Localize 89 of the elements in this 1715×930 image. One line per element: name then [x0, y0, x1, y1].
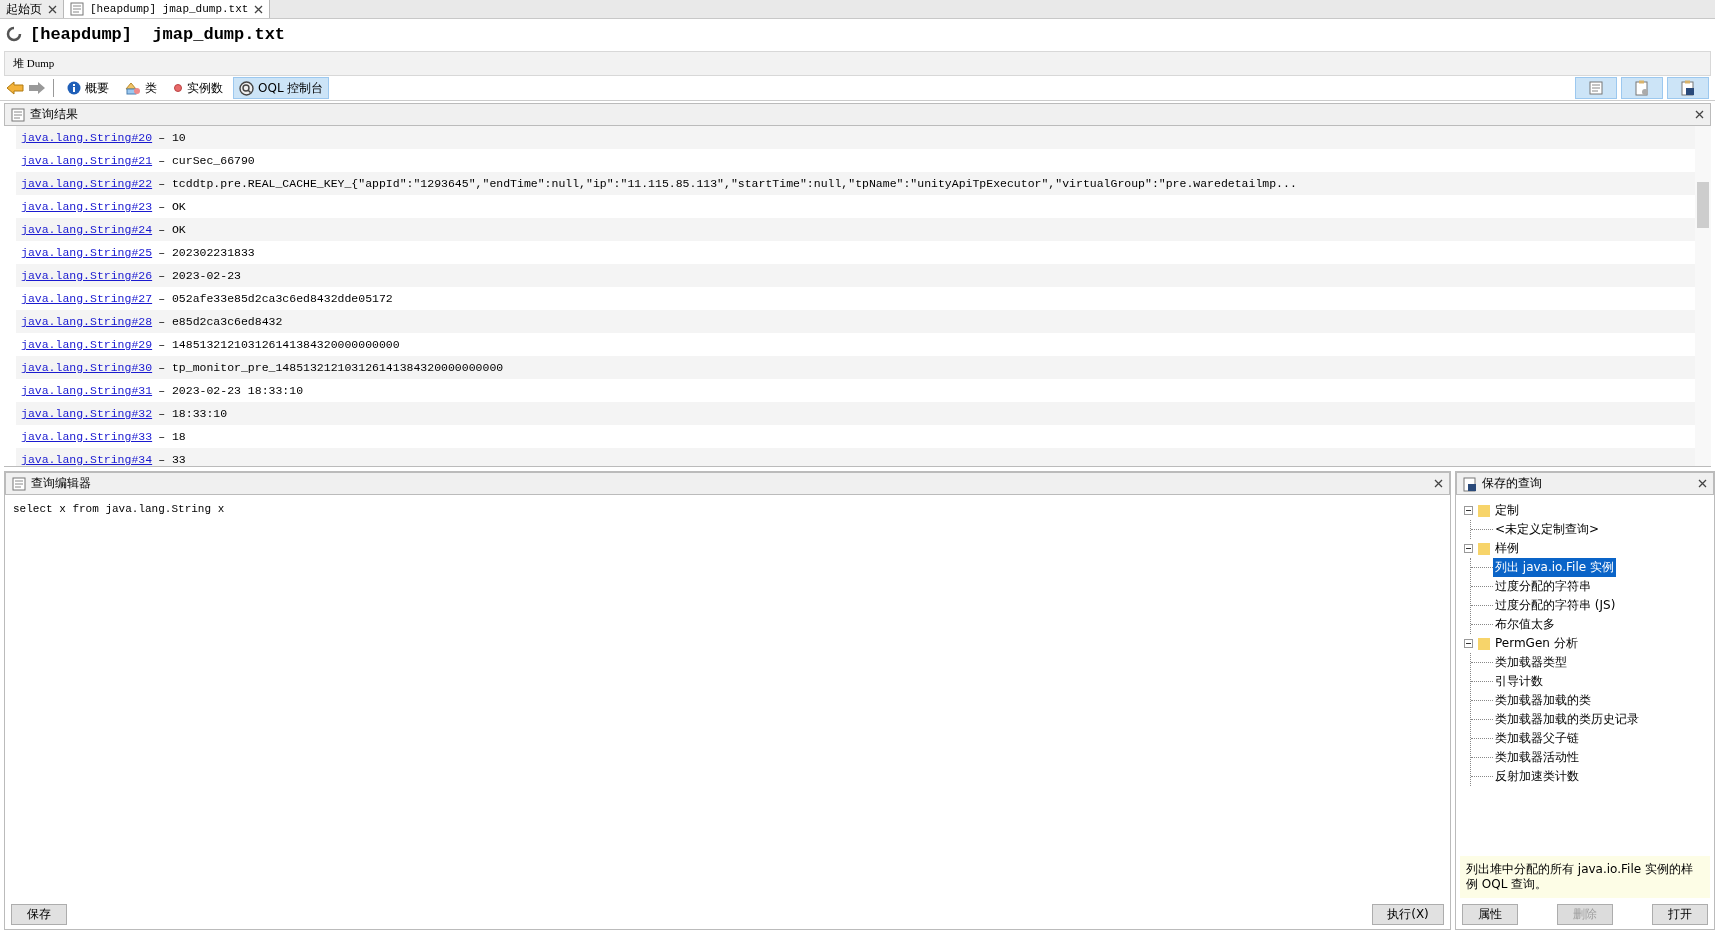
string-value: – 18:33:10	[158, 407, 228, 420]
execute-button[interactable]: 执行(X)	[1372, 904, 1444, 925]
panel-title: 查询编辑器	[31, 475, 91, 492]
toolbar-button[interactable]: 类	[119, 77, 163, 99]
query-description: 列出堆中分配的所有 java.io.File 实例的样例 OQL 查询。	[1460, 856, 1710, 898]
object-link[interactable]: java.lang.String#31	[21, 384, 153, 397]
string-value: – e85d2ca3c6ed8432	[158, 315, 283, 328]
query-item[interactable]: 布尔值太多	[1493, 615, 1557, 634]
query-item[interactable]: 类加载器加载的类历史记录	[1493, 710, 1641, 729]
string-value: – curSec_66790	[158, 154, 255, 167]
scrollbar[interactable]	[1695, 126, 1711, 466]
loading-icon	[6, 26, 22, 42]
query-item[interactable]: 类加载器父子链	[1493, 729, 1581, 748]
panel-button[interactable]: 属性	[1462, 904, 1518, 925]
query-item[interactable]: <未定义定制查询>	[1493, 520, 1602, 539]
object-link[interactable]: java.lang.String#26	[21, 269, 153, 282]
string-value: – 052afe33e85d2ca3c6ed8432dde05172	[158, 292, 393, 305]
object-link[interactable]: java.lang.String#32	[21, 407, 153, 420]
string-value: – 2023-02-23	[158, 269, 241, 282]
object-link[interactable]: java.lang.String#25	[21, 246, 153, 259]
query-item[interactable]: 类加载器加载的类	[1493, 691, 1593, 710]
query-item[interactable]: 引导计数	[1493, 672, 1545, 691]
query-item[interactable]: 列出 java.io.File 实例	[1493, 558, 1616, 577]
close-icon[interactable]	[1695, 110, 1704, 119]
clipboard-wrench-button[interactable]	[1621, 77, 1663, 99]
panel-title: 保存的查询	[1482, 475, 1542, 492]
document-icon	[1589, 81, 1603, 95]
object-link[interactable]: java.lang.String#22	[21, 177, 153, 190]
query-item[interactable]: 反射加速类计数	[1493, 767, 1581, 786]
query-editor[interactable]: select x from java.lang.String x	[5, 495, 1450, 904]
close-icon[interactable]	[1434, 479, 1443, 488]
editor-icon	[12, 476, 26, 491]
folder-label[interactable]: 定制	[1495, 502, 1519, 519]
object-link[interactable]: java.lang.String#24	[21, 223, 153, 236]
close-icon[interactable]	[254, 4, 264, 14]
query-item[interactable]: 类加载器活动性	[1493, 748, 1581, 767]
string-value: – 2023-02-23 18:33:10	[158, 384, 304, 397]
panel-button[interactable]: 打开	[1652, 904, 1708, 925]
object-link[interactable]: java.lang.String#29	[21, 338, 153, 351]
collapse-toggle-icon[interactable]	[1464, 639, 1473, 648]
info-icon	[67, 81, 81, 95]
query-item[interactable]: 类加载器类型	[1493, 653, 1569, 672]
forward-arrow-icon[interactable]	[28, 80, 46, 96]
close-icon[interactable]	[48, 4, 57, 14]
query-item[interactable]: 过度分配的字符串 (JS)	[1493, 596, 1618, 615]
dot-icon	[173, 83, 183, 93]
floppy-clipboard-icon	[1463, 475, 1477, 492]
string-value: – 33	[158, 453, 186, 466]
toolbar-button[interactable]: 概要	[61, 77, 115, 99]
query-item[interactable]: 过度分配的字符串	[1493, 577, 1593, 596]
string-value: – 18	[158, 430, 186, 443]
object-link[interactable]: java.lang.String#28	[21, 315, 153, 328]
document-icon	[70, 2, 84, 16]
clipboard-save-button[interactable]	[1667, 77, 1709, 99]
floppy-clipboard-icon	[1681, 80, 1695, 96]
string-value: – tcddtp.pre.REAL_CACHE_KEY_{"appId":"1293645","endTime":null,"ip":"11.115.85.113","startTime":null,"tpName":"unityApiTpExecutor","virtualGroup":"pre.waredetailmp...	[158, 177, 1297, 190]
folder-icon	[1477, 503, 1491, 518]
object-link[interactable]: java.lang.String#20	[21, 131, 153, 144]
breadcrumb: 堆 Dump	[4, 51, 1711, 76]
string-value: – 148513212103126141384320000000000	[158, 338, 400, 351]
toolbar-button[interactable]: 实例数	[167, 77, 229, 99]
string-value: – 10	[158, 131, 186, 144]
shapes-icon	[125, 81, 141, 95]
list-icon	[11, 107, 25, 122]
folder-icon	[1477, 541, 1491, 556]
collapse-toggle-icon[interactable]	[1464, 544, 1473, 553]
clipboard-icon	[1635, 80, 1649, 96]
folder-icon	[1477, 636, 1491, 651]
document-tab[interactable]: [heapdump] jmap_dump.txt	[64, 0, 271, 18]
collapse-toggle-icon[interactable]	[1464, 506, 1473, 515]
object-link[interactable]: java.lang.String#34	[21, 453, 153, 466]
document-title: [heapdump] jmap_dump.txt	[30, 24, 286, 44]
object-link[interactable]: java.lang.String#30	[21, 361, 153, 374]
object-link[interactable]: java.lang.String#21	[21, 154, 153, 167]
string-value: – 202302231833	[158, 246, 255, 259]
toolbar-button[interactable]: OQL 控制台	[233, 77, 330, 99]
object-link[interactable]: java.lang.String#23	[21, 200, 153, 213]
string-value: – tp_monitor_pre_148513212103126141384320000000000	[158, 361, 504, 374]
panel-title: 查询结果	[30, 106, 78, 123]
folder-label[interactable]: 样例	[1495, 540, 1519, 557]
string-value: – OK	[158, 200, 186, 213]
folder-label[interactable]: PermGen 分析	[1495, 635, 1578, 652]
object-link[interactable]: java.lang.String#33	[21, 430, 153, 443]
save-button[interactable]: 保存	[11, 904, 67, 925]
object-link[interactable]: java.lang.String#27	[21, 292, 153, 305]
search-icon	[239, 80, 254, 96]
close-icon[interactable]	[1698, 479, 1707, 488]
string-value: – OK	[158, 223, 186, 236]
back-arrow-icon[interactable]	[6, 80, 24, 96]
